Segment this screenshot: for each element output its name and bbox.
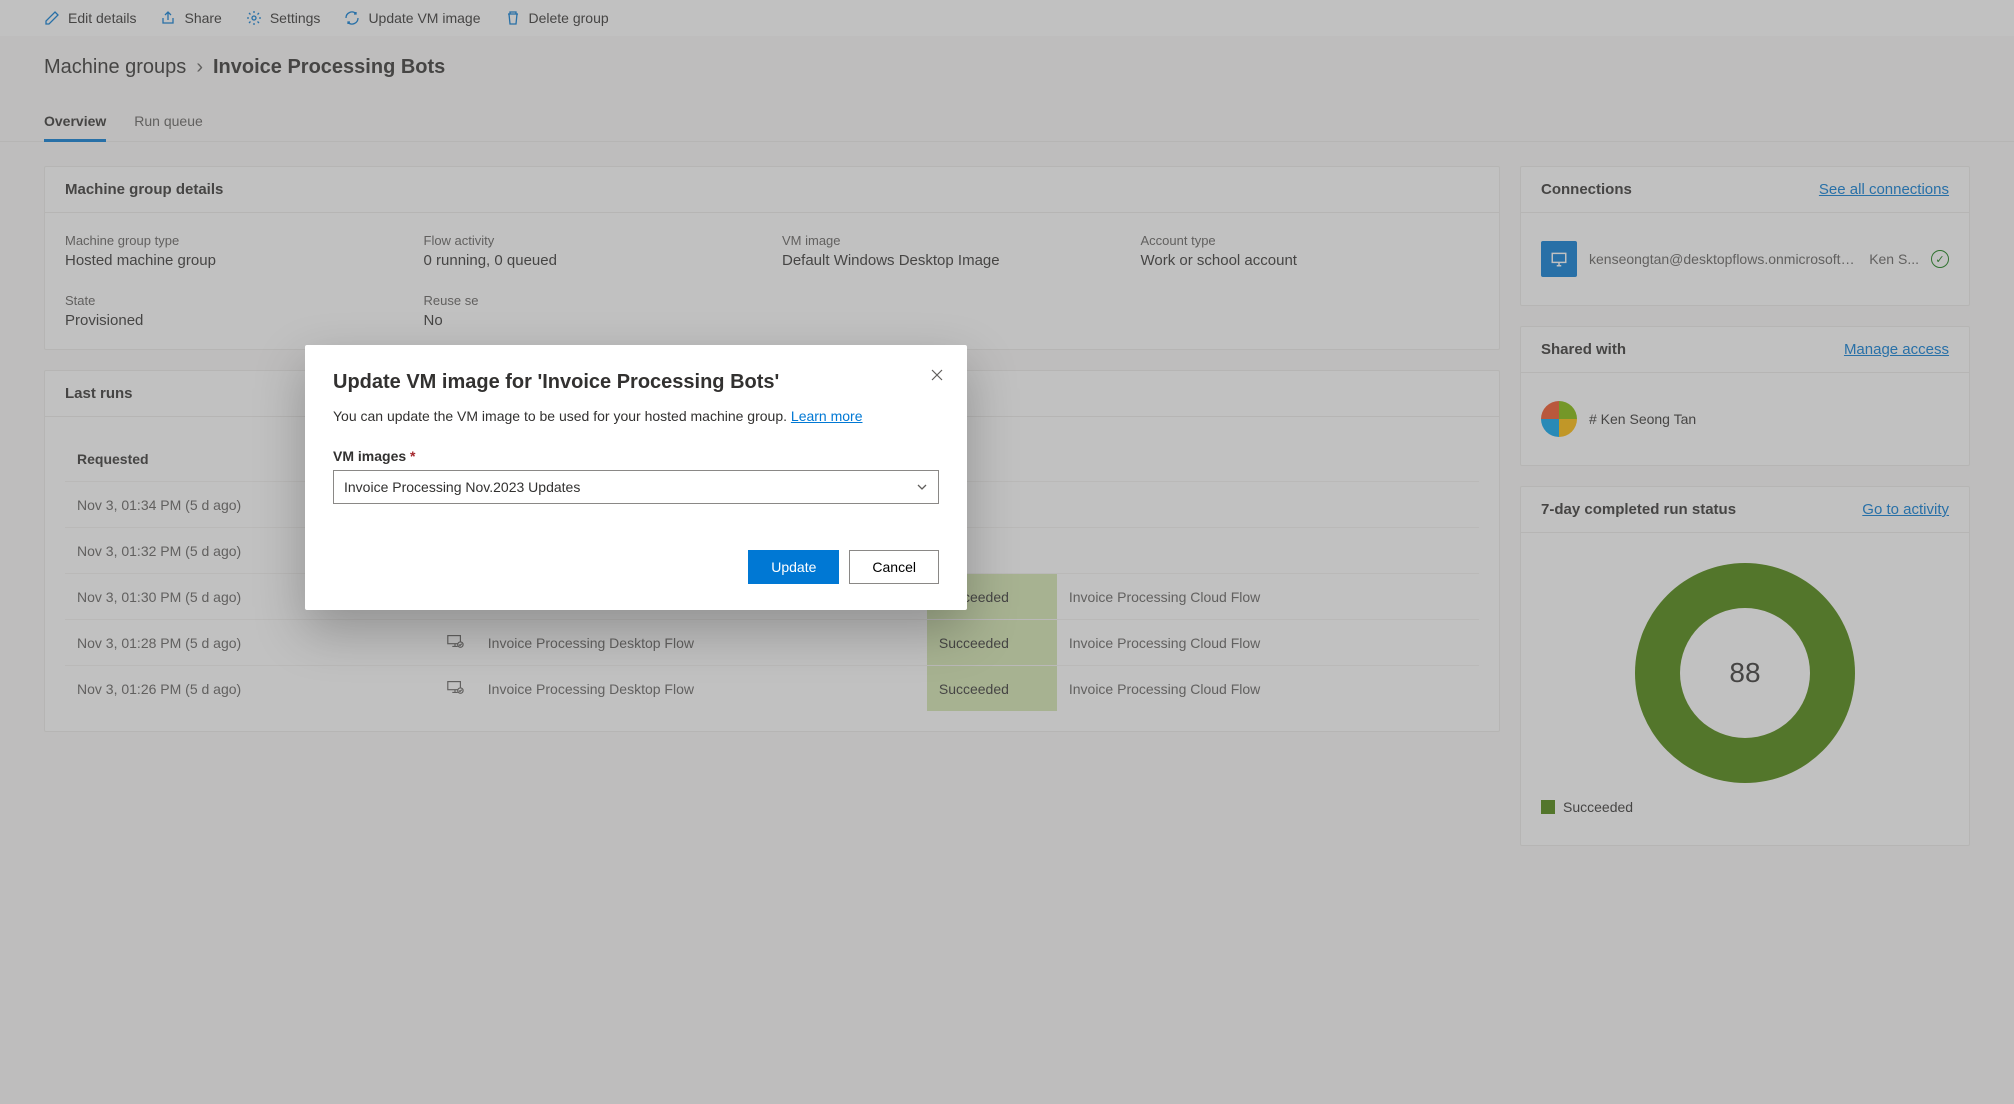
dialog-title: Update VM image for 'Invoice Processing …: [333, 371, 939, 394]
update-vm-image-dialog: Update VM image for 'Invoice Processing …: [305, 345, 967, 610]
dialog-description: You can update the VM image to be used f…: [333, 408, 939, 424]
close-button[interactable]: [929, 367, 945, 386]
chevron-down-icon: [916, 481, 928, 493]
vm-images-label: VM images *: [333, 448, 939, 464]
cancel-button[interactable]: Cancel: [849, 550, 939, 584]
close-icon: [929, 367, 945, 383]
update-button[interactable]: Update: [748, 550, 839, 584]
vm-images-select[interactable]: Invoice Processing Nov.2023 Updates: [333, 470, 939, 504]
modal-backdrop[interactable]: [0, 0, 2014, 1104]
vm-images-selected-value: Invoice Processing Nov.2023 Updates: [344, 479, 580, 495]
learn-more-link[interactable]: Learn more: [791, 408, 863, 424]
